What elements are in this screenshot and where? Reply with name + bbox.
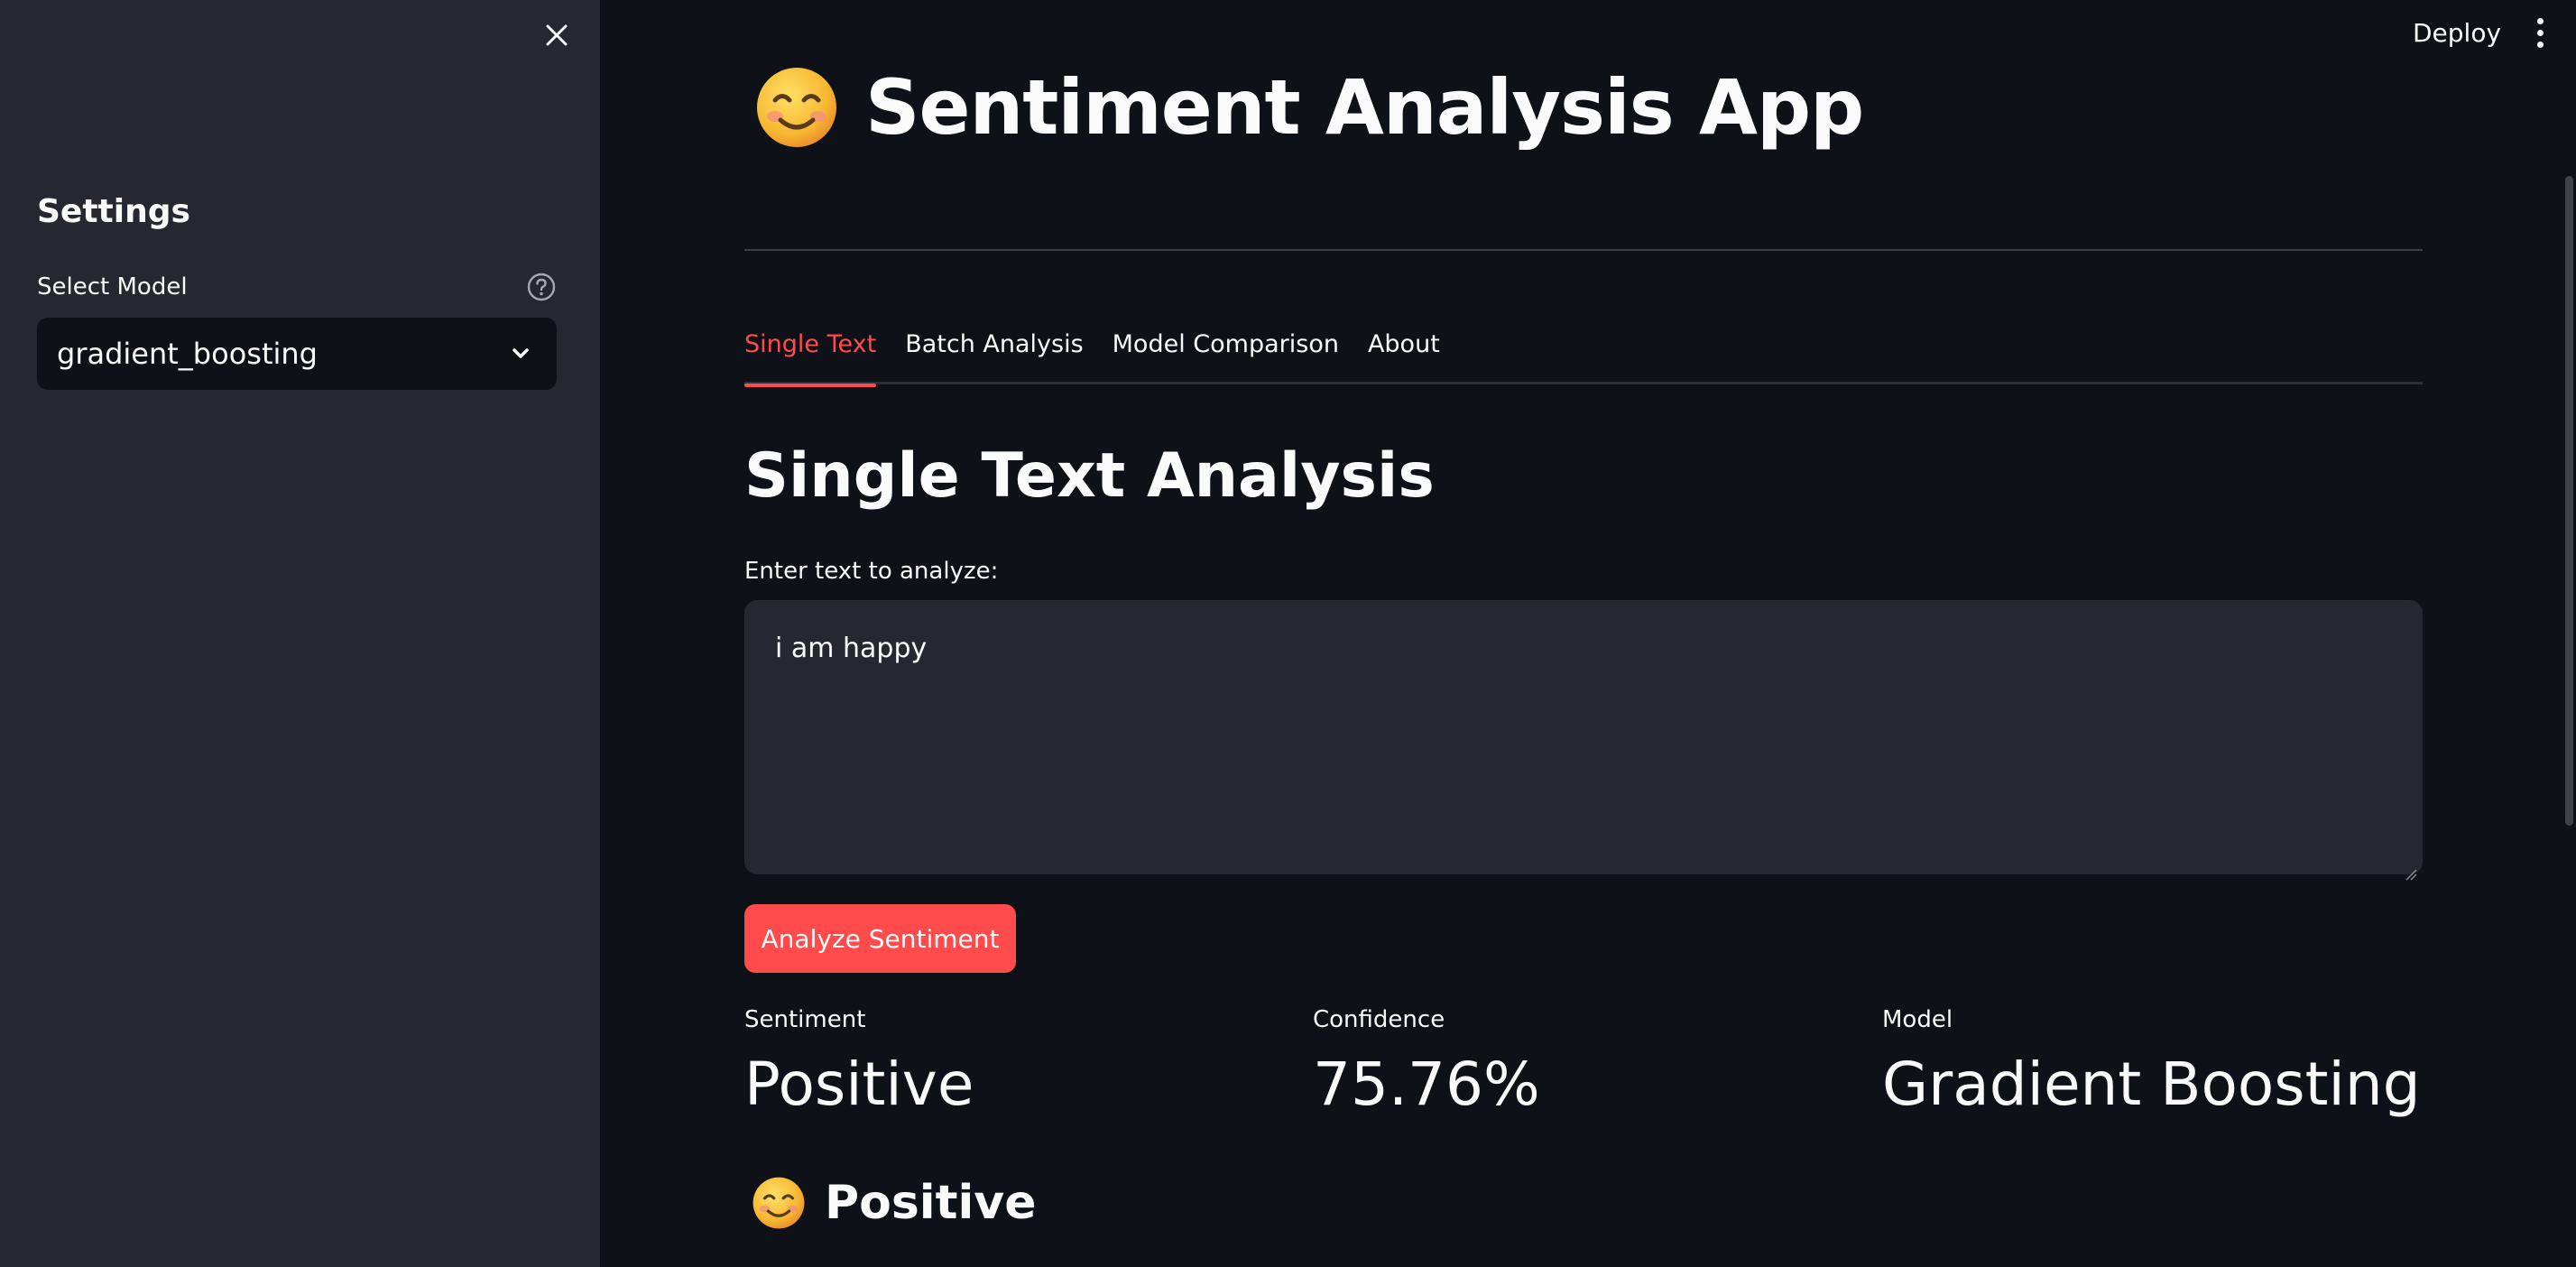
text-input[interactable]: i am happy	[744, 600, 2423, 881]
sidebar-title: Settings	[37, 193, 190, 230]
tab-model-comparison[interactable]: Model Comparison	[1113, 325, 1339, 384]
resize-grip-icon[interactable]	[2405, 856, 2417, 881]
model-select-value: gradient_boosting	[57, 337, 318, 371]
metric-label: Sentiment	[744, 1006, 866, 1033]
deploy-button[interactable]: Deploy	[2400, 13, 2514, 53]
metric-value: Positive	[744, 1050, 974, 1119]
app-root: Settings Select Model gradient_boosting …	[0, 0, 2576, 1267]
title-row: Sentiment Analysis App	[753, 63, 1864, 152]
scrollbar[interactable]	[2565, 176, 2573, 826]
metric-value: Gradient Boosting	[1882, 1050, 2421, 1119]
title-divider	[744, 249, 2423, 251]
section-title: Single Text Analysis	[744, 440, 1435, 512]
result-heading: Positive	[751, 1175, 1036, 1231]
metric-label: Confidence	[1313, 1006, 1445, 1033]
page-title: Sentiment Analysis App	[865, 63, 1864, 152]
text-input-label: Enter text to analyze:	[744, 558, 999, 585]
analyze-sentiment-button[interactable]: Analyze Sentiment	[744, 904, 1016, 973]
tab-batch-analysis[interactable]: Batch Analysis	[905, 325, 1083, 384]
tab-single-text[interactable]: Single Text	[744, 325, 877, 387]
smiling-face-icon	[751, 1175, 807, 1231]
text-input-value: i am happy	[775, 633, 928, 664]
metric-value: 75.76%	[1313, 1050, 1540, 1119]
model-select[interactable]: gradient_boosting	[37, 318, 557, 390]
smiling-face-icon	[753, 64, 840, 151]
kebab-menu-icon[interactable]	[2526, 14, 2553, 51]
tab-about[interactable]: About	[1368, 325, 1440, 384]
result-label: Positive	[825, 1176, 1037, 1230]
chevron-down-icon	[508, 341, 533, 366]
select-model-label: Select Model	[37, 273, 188, 301]
help-circle-icon[interactable]	[526, 272, 557, 302]
close-icon[interactable]	[538, 16, 576, 54]
sidebar: Settings Select Model gradient_boosting	[0, 0, 600, 1267]
metric-confidence: Confidence 75.76%	[1313, 1006, 1540, 1119]
metric-label: Model	[1882, 1006, 1953, 1033]
metric-model: Model Gradient Boosting	[1882, 1006, 2421, 1119]
metric-sentiment: Sentiment Positive	[744, 1006, 974, 1119]
tab-bar: Single Text Batch Analysis Model Compari…	[744, 325, 2423, 387]
